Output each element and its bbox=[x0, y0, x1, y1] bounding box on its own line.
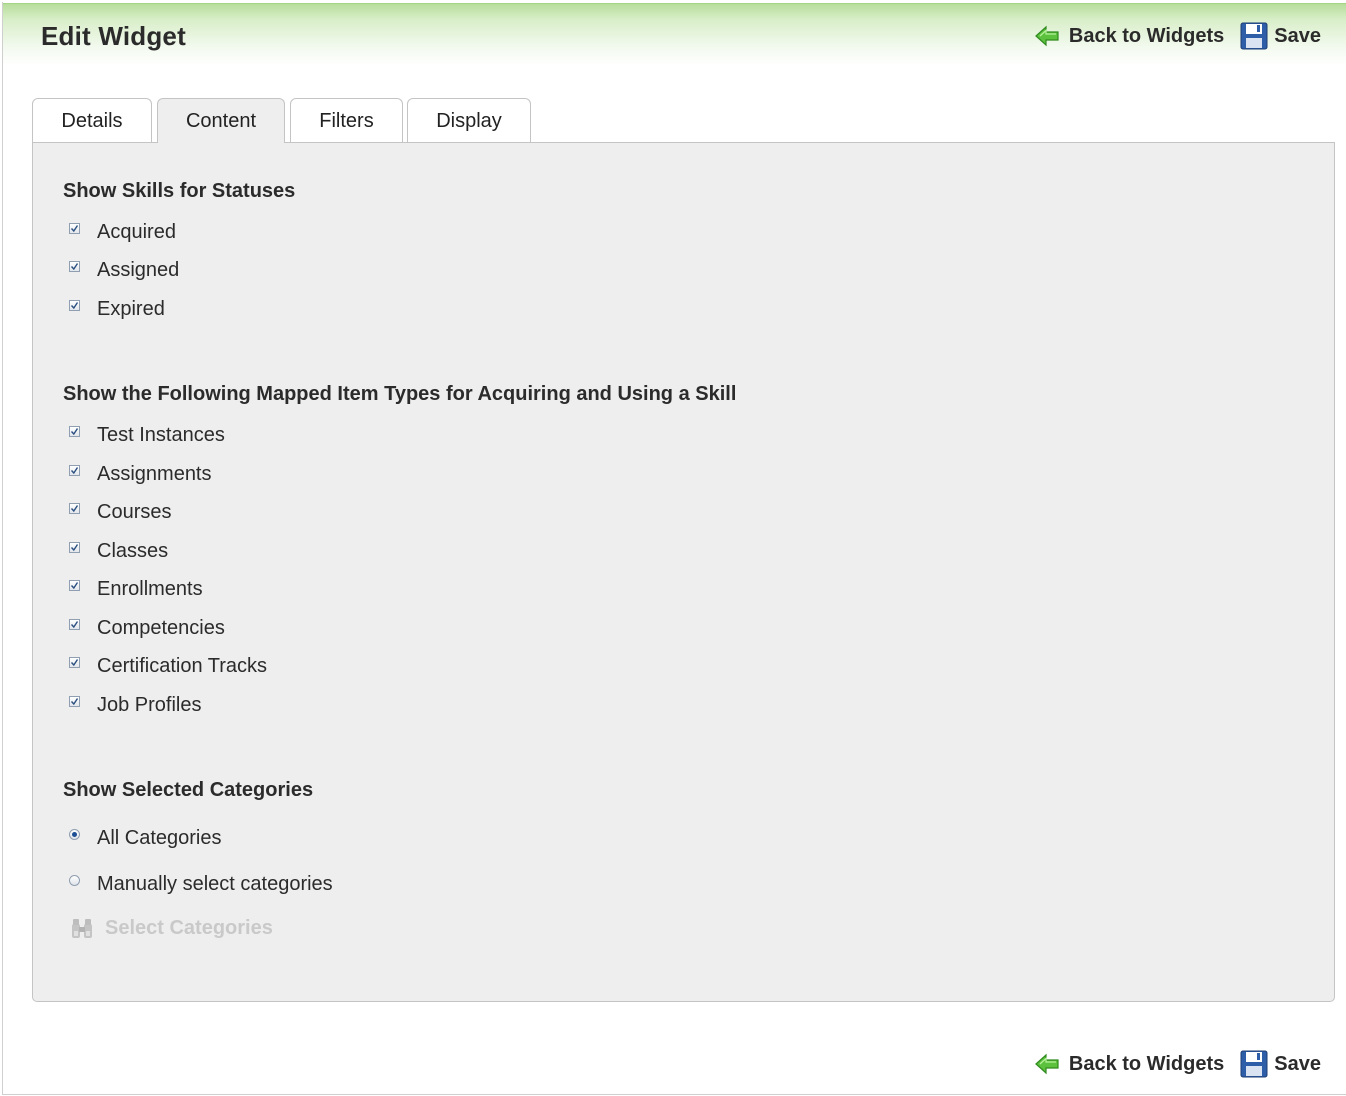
page-title: Edit Widget bbox=[41, 21, 186, 51]
classes-checkbox[interactable] bbox=[69, 541, 80, 553]
status-option-acquired[interactable]: Acquired bbox=[69, 220, 176, 244]
status-option-expired[interactable]: Expired bbox=[69, 297, 165, 321]
footer-back-to-widgets-button[interactable]: Back to Widgets bbox=[1034, 1052, 1224, 1076]
test-instances-checkbox[interactable] bbox=[69, 425, 80, 437]
acquired-label: Acquired bbox=[97, 220, 176, 243]
job-profiles-label: Job Profiles bbox=[97, 693, 202, 716]
item-type-competencies[interactable]: Competencies bbox=[69, 616, 225, 640]
content-panel: Show Skills for Statuses Acquired Assign… bbox=[32, 142, 1335, 1002]
enrollments-label: Enrollments bbox=[97, 577, 203, 600]
item-type-classes[interactable]: Classes bbox=[69, 539, 168, 563]
all-categories-radio[interactable] bbox=[69, 828, 80, 840]
tab-filters[interactable]: Filters bbox=[290, 98, 403, 142]
job-profiles-checkbox[interactable] bbox=[69, 695, 80, 707]
test-instances-label: Test Instances bbox=[97, 423, 225, 446]
status-option-assigned[interactable]: Assigned bbox=[69, 258, 179, 282]
categories-section-title: Show Selected Categories bbox=[63, 779, 314, 801]
back-arrow-icon bbox=[1034, 1053, 1059, 1075]
footer-back-to-widgets-label: Back to Widgets bbox=[1068, 1052, 1225, 1075]
header-actions: Back to Widgets Save bbox=[1034, 22, 1321, 50]
select-categories-button[interactable]: Select Categories bbox=[70, 917, 273, 940]
tab-display[interactable]: Display bbox=[407, 98, 531, 142]
save-button[interactable]: Save bbox=[1224, 22, 1321, 50]
classes-label: Classes bbox=[97, 539, 169, 562]
competencies-label: Competencies bbox=[97, 616, 225, 639]
binoculars-icon bbox=[72, 918, 92, 938]
footer-save-label: Save bbox=[1274, 1052, 1321, 1075]
expired-label: Expired bbox=[97, 297, 165, 320]
manual-categories-label: Manually select categories bbox=[97, 872, 333, 895]
assigned-label: Assigned bbox=[97, 258, 180, 281]
footer-save-button[interactable]: Save bbox=[1224, 1050, 1321, 1078]
footer-actions: Back to Widgets Save bbox=[1034, 1050, 1321, 1078]
item-type-enrollments[interactable]: Enrollments bbox=[69, 577, 203, 601]
expired-checkbox[interactable] bbox=[69, 299, 80, 311]
item-type-certification-tracks[interactable]: Certification Tracks bbox=[69, 654, 267, 678]
assigned-checkbox[interactable] bbox=[69, 260, 80, 272]
category-option-all[interactable]: All Categories bbox=[69, 826, 222, 850]
save-label: Save bbox=[1274, 24, 1321, 47]
manual-categories-radio[interactable] bbox=[69, 874, 80, 886]
assignments-label: Assignments bbox=[97, 462, 212, 485]
competencies-checkbox[interactable] bbox=[69, 618, 80, 630]
enrollments-checkbox[interactable] bbox=[69, 579, 80, 591]
all-categories-label: All Categories bbox=[97, 826, 222, 849]
courses-label: Courses bbox=[97, 500, 172, 523]
item-type-test-instances[interactable]: Test Instances bbox=[69, 423, 225, 447]
back-to-widgets-button[interactable]: Back to Widgets bbox=[1034, 24, 1224, 48]
item-type-job-profiles[interactable]: Job Profiles bbox=[69, 693, 202, 717]
back-to-widgets-label: Back to Widgets bbox=[1068, 24, 1225, 47]
tab-details[interactable]: Details bbox=[32, 98, 152, 142]
courses-checkbox[interactable] bbox=[69, 502, 80, 514]
item-types-section-title: Show the Following Mapped Item Types for… bbox=[63, 383, 737, 405]
select-categories-label: Select Categories bbox=[105, 917, 273, 939]
statuses-section-title: Show Skills for Statuses bbox=[63, 180, 296, 202]
certification-tracks-checkbox[interactable] bbox=[69, 656, 80, 668]
category-option-manual[interactable]: Manually select categories bbox=[69, 872, 333, 896]
assignments-checkbox[interactable] bbox=[69, 464, 80, 476]
save-disk-icon bbox=[1240, 1050, 1268, 1078]
save-disk-icon bbox=[1240, 22, 1268, 50]
item-type-assignments[interactable]: Assignments bbox=[69, 462, 212, 486]
back-arrow-icon bbox=[1034, 25, 1059, 47]
acquired-checkbox[interactable] bbox=[69, 222, 80, 234]
certification-tracks-label: Certification Tracks bbox=[97, 654, 268, 677]
tab-content[interactable]: Content bbox=[157, 98, 285, 143]
item-type-courses[interactable]: Courses bbox=[69, 500, 171, 524]
